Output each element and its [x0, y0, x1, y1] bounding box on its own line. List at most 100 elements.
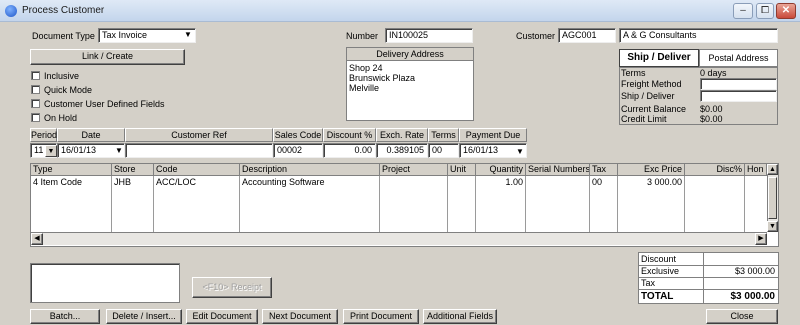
link-create-button[interactable]: Link / Create: [30, 49, 185, 65]
number-field[interactable]: IN100025: [385, 28, 473, 43]
scroll-down-icon[interactable]: ▼: [767, 221, 778, 232]
customer-ref-header: Customer Ref: [125, 128, 273, 142]
date-header: Date: [57, 128, 125, 142]
col-header-exc-price[interactable]: Exc Price: [618, 164, 685, 176]
app-icon: [5, 5, 17, 17]
terms-field[interactable]: 00: [428, 143, 459, 158]
col-header-quantity[interactable]: Quantity: [476, 164, 526, 176]
payment-due-header: Payment Due: [459, 128, 527, 142]
col-header-disc[interactable]: Disc%: [685, 164, 745, 176]
col-header-code[interactable]: Code: [154, 164, 240, 176]
totals-exclusive-value: $3 000.00: [734, 266, 775, 276]
ship-deliver-label: Ship / Deliver: [621, 91, 675, 101]
col-header-tax[interactable]: Tax: [590, 164, 618, 176]
close-window-button[interactable]: ✕: [776, 3, 796, 19]
quick-mode-checkbox[interactable]: [31, 85, 40, 94]
close-button[interactable]: Close: [706, 309, 778, 324]
cell-exc-price[interactable]: 3 000.00: [618, 177, 682, 188]
on-hold-checkbox[interactable]: [31, 113, 40, 122]
inclusive-label: Inclusive: [44, 71, 80, 81]
delivery-line: Brunswick Plaza: [349, 73, 416, 83]
customer-code-field[interactable]: AGC001: [558, 28, 616, 43]
totals-total-row: TOTAL $3 000.00: [639, 290, 778, 303]
scroll-thumb[interactable]: [768, 177, 777, 219]
cell-tax[interactable]: 00: [590, 177, 617, 188]
customer-label: Customer: [516, 31, 556, 41]
chevron-down-icon[interactable]: ▼: [115, 146, 123, 155]
cell-description[interactable]: Accounting Software: [240, 177, 379, 188]
next-document-button[interactable]: Next Document: [262, 309, 338, 324]
col-header-store[interactable]: Store: [112, 164, 154, 176]
quick-mode-label: Quick Mode: [44, 85, 93, 95]
current-balance-value: $0.00: [700, 104, 723, 114]
cell-code[interactable]: ACC/LOC: [154, 177, 239, 188]
col-header-hon[interactable]: Hon: [745, 164, 767, 176]
notes-box[interactable]: [30, 263, 180, 303]
chevron-down-icon[interactable]: ▼: [516, 147, 524, 156]
scroll-up-icon[interactable]: ▲: [767, 164, 778, 175]
totals-exclusive-row: Exclusive $3 000.00: [639, 266, 778, 278]
totals-discount-row: Discount: [639, 254, 778, 266]
col-header-description[interactable]: Description: [240, 164, 380, 176]
column-divider: [525, 176, 526, 232]
exch-rate-field[interactable]: 0.389105: [376, 143, 428, 158]
customer-ref-field[interactable]: [125, 143, 273, 158]
tab-postal-address[interactable]: Postal Address: [699, 49, 778, 67]
col-header-unit[interactable]: Unit: [448, 164, 476, 176]
scroll-right-icon[interactable]: ▶: [755, 233, 767, 245]
f10-receipt-button[interactable]: <F10> Receipt: [192, 277, 272, 298]
delivery-address-box[interactable]: Delivery Address Shop 24 Brunswick Plaza…: [346, 47, 474, 121]
number-label: Number: [346, 31, 379, 41]
delivery-line: Melville: [349, 83, 380, 93]
freight-method-field[interactable]: [700, 78, 777, 90]
window-title: Process Customer: [22, 5, 105, 16]
freight-method-label: Freight Method: [621, 79, 682, 89]
cell-type[interactable]: 4 Item Code: [31, 177, 111, 188]
tab-ship-deliver[interactable]: Ship / Deliver: [619, 49, 699, 67]
totals-exclusive-label: Exclusive: [641, 266, 680, 276]
doc-type-select[interactable]: Tax Invoice: [98, 28, 196, 43]
column-divider: [379, 176, 380, 232]
terms-value: 0 days: [700, 68, 727, 78]
horizontal-scrollbar[interactable]: [31, 232, 767, 245]
user-defined-fields-label: Customer User Defined Fields: [44, 99, 165, 109]
additional-fields-button[interactable]: Additional Fields: [423, 309, 497, 324]
customer-name-field[interactable]: A & G Consultants: [619, 28, 778, 43]
user-defined-fields-checkbox[interactable]: [31, 99, 40, 108]
column-divider: [744, 176, 745, 232]
totals-total-value: $3 000.00: [730, 291, 776, 302]
edit-document-button[interactable]: Edit Document: [186, 309, 258, 324]
delivery-address-title: Delivery Address: [347, 48, 473, 61]
totals-discount-label: Discount: [641, 254, 677, 264]
delete-insert-button[interactable]: Delete / Insert...: [106, 309, 182, 324]
title-bar: [0, 0, 800, 22]
sales-code-field[interactable]: 00002: [273, 143, 323, 158]
chevron-down-icon[interactable]: ▼: [184, 30, 192, 39]
cell-store[interactable]: JHB: [112, 177, 153, 188]
current-balance-label: Current Balance: [621, 104, 687, 114]
scroll-left-icon[interactable]: ◀: [31, 233, 43, 245]
on-hold-label: On Hold: [44, 113, 78, 123]
chevron-down-icon[interactable]: ▼: [45, 145, 57, 157]
delivery-line: Shop 24: [349, 63, 383, 73]
totals-tax-label: Tax: [641, 278, 656, 288]
terms-label: Terms: [621, 68, 646, 78]
discount-field[interactable]: 0.00: [323, 143, 376, 158]
col-header-project[interactable]: Project: [380, 164, 448, 176]
column-divider: [684, 176, 685, 232]
batch-button[interactable]: Batch...: [30, 309, 100, 324]
doc-type-label: Document Type: [32, 31, 95, 41]
col-header-serial-numbers[interactable]: Serial Numbers: [526, 164, 590, 176]
exch-rate-header: Exch. Rate: [376, 128, 428, 142]
totals-total-label: TOTAL: [641, 291, 674, 302]
discount-header: Discount %: [323, 128, 376, 142]
cell-quantity[interactable]: 1.00: [476, 177, 523, 188]
minimize-button[interactable]: –: [733, 3, 753, 19]
print-document-button[interactable]: Print Document: [343, 309, 419, 324]
ship-deliver-field[interactable]: [700, 90, 777, 102]
maximize-button[interactable]: ⧠: [756, 3, 774, 19]
col-header-type[interactable]: Type: [31, 164, 112, 176]
inclusive-checkbox[interactable]: [31, 71, 40, 80]
terms-header: Terms: [428, 128, 459, 142]
period-header: Period: [30, 128, 58, 142]
